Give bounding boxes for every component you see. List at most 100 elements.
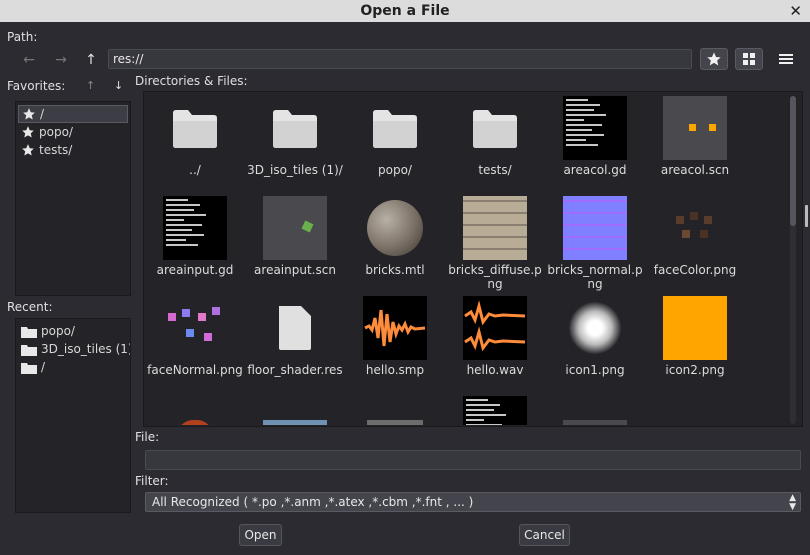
file-item[interactable]	[545, 393, 645, 425]
file-item[interactable]: tests/	[445, 93, 545, 193]
file-item[interactable]: hello.wav	[445, 293, 545, 393]
file-item[interactable]: areacol.scn	[645, 93, 745, 193]
vertical-scrollbar[interactable]	[790, 96, 796, 424]
files-label: Directories & Files:	[135, 74, 248, 88]
file-item-name: bricks.mtl	[365, 263, 425, 277]
folder-icon	[463, 96, 527, 160]
favorite-item[interactable]: /	[18, 105, 128, 123]
favorite-item[interactable]: popo/	[18, 123, 128, 141]
filter-select[interactable]: All Recognized ( *.po ,*.anm ,*.atex ,*.…	[145, 492, 801, 512]
recent-item-label: /	[41, 360, 46, 374]
favorite-button[interactable]	[700, 48, 728, 70]
waveform-thumbnail	[363, 296, 427, 360]
open-button[interactable]: Open	[239, 524, 282, 546]
recent-label: Recent:	[7, 300, 53, 314]
star-icon	[23, 108, 35, 120]
image-thumbnail	[563, 296, 627, 360]
file-item[interactable]	[645, 393, 745, 425]
scrollbar-thumb[interactable]	[790, 96, 796, 226]
file-item-name: tests/	[478, 163, 512, 177]
move-favorite-down-icon[interactable]: ↓	[114, 79, 123, 92]
brick-texture-thumbnail	[463, 196, 527, 260]
folder-icon	[363, 96, 427, 160]
forward-arrow-icon[interactable]: →	[52, 51, 70, 69]
file-item[interactable]: areacol.gd	[545, 93, 645, 193]
file-item-name: hello.smp	[365, 363, 425, 377]
panel-resize-handle[interactable]	[805, 205, 808, 227]
file-item[interactable]: areainput.scn	[245, 193, 345, 293]
file-item[interactable]	[445, 393, 545, 425]
file-item-name: faceColor.png	[653, 263, 737, 277]
scene-thumbnail	[263, 196, 327, 260]
folder-icon	[21, 326, 37, 338]
file-item[interactable]: bricks_normal.png	[545, 193, 645, 293]
recent-list: popo/ 3D_iso_tiles (1)/ /	[15, 318, 131, 513]
image-thumbnail	[263, 396, 327, 425]
recent-item-label: popo/	[41, 324, 75, 338]
favorite-item[interactable]: tests/	[18, 141, 128, 159]
favorite-item-label: /	[40, 107, 45, 121]
recent-item[interactable]: /	[18, 358, 128, 376]
image-thumbnail	[363, 396, 427, 425]
folder-icon	[21, 362, 37, 374]
file-item-name: areacol.scn	[660, 163, 730, 177]
file-name-input[interactable]	[145, 450, 801, 470]
file-item[interactable]: bricks.mtl	[345, 193, 445, 293]
image-thumbnail	[663, 296, 727, 360]
star-icon	[707, 52, 721, 66]
back-arrow-icon[interactable]: ←	[20, 51, 38, 69]
folder-icon	[163, 96, 227, 160]
file-item-name: 3D_iso_tiles (1)/	[247, 163, 343, 177]
title-bar: Open a File ✕	[0, 0, 810, 22]
file-item[interactable]: icon1.png	[545, 293, 645, 393]
file-item-name: bricks_diffuse.png	[448, 263, 542, 291]
file-item[interactable]: areainput.gd	[145, 193, 245, 293]
up-arrow-icon[interactable]: ↑	[82, 51, 100, 69]
list-view-button[interactable]	[772, 48, 800, 70]
file-item[interactable]: icon2.png	[645, 293, 745, 393]
path-label: Path:	[7, 30, 38, 44]
image-thumbnail	[663, 396, 727, 425]
file-item[interactable]: ../	[145, 93, 245, 193]
file-item-name: faceNormal.png	[147, 363, 243, 377]
file-item[interactable]	[245, 393, 345, 425]
normal-map-thumbnail	[563, 196, 627, 260]
file-item-name: icon1.png	[565, 363, 625, 377]
file-label: File:	[135, 430, 160, 444]
file-item[interactable]: faceColor.png	[645, 193, 745, 293]
favorites-label: Favorites:	[7, 79, 66, 93]
recent-item-label: 3D_iso_tiles (1)/	[41, 342, 131, 356]
file-item-name: areainput.gd	[156, 263, 234, 277]
file-item-name: bricks_normal.png	[547, 263, 643, 291]
list-icon	[779, 54, 793, 64]
filter-selected-value: All Recognized ( *.po ,*.anm ,*.atex ,*.…	[152, 495, 474, 509]
file-item[interactable]	[345, 393, 445, 425]
recent-item[interactable]: popo/	[18, 322, 128, 340]
file-item-name: areacol.gd	[563, 163, 627, 177]
path-input[interactable]: res://	[108, 49, 692, 69]
file-grid: ../ 3D_iso_tiles (1)/ popo/tests/areacol.g…	[145, 93, 797, 425]
file-item-name: floor_shader.res	[247, 363, 343, 377]
folder-icon	[263, 96, 327, 160]
image-thumbnail	[163, 296, 227, 360]
file-item[interactable]	[145, 393, 245, 425]
script-thumbnail	[463, 396, 527, 425]
select-arrows-icon: ▲ ▼	[789, 493, 796, 512]
file-item[interactable]: 3D_iso_tiles (1)/	[245, 93, 345, 193]
recent-item[interactable]: 3D_iso_tiles (1)/	[18, 340, 131, 358]
folder-icon	[21, 344, 37, 356]
file-item[interactable]: bricks_diffuse.png	[445, 193, 545, 293]
grid-view-button[interactable]	[735, 48, 763, 70]
close-icon[interactable]: ✕	[789, 0, 802, 22]
material-thumbnail	[363, 196, 427, 260]
file-item[interactable]: hello.smp	[345, 293, 445, 393]
file-item[interactable]: popo/	[345, 93, 445, 193]
favorites-list: / popo/ tests/	[15, 101, 131, 296]
file-item[interactable]: floor_shader.res	[245, 293, 345, 393]
cancel-button[interactable]: Cancel	[519, 524, 570, 546]
file-item-name: hello.wav	[466, 363, 524, 377]
move-favorite-up-icon[interactable]: ↑	[86, 79, 95, 92]
image-thumbnail	[663, 196, 727, 260]
file-item[interactable]: faceNormal.png	[145, 293, 245, 393]
file-item-name: ../	[189, 163, 201, 177]
